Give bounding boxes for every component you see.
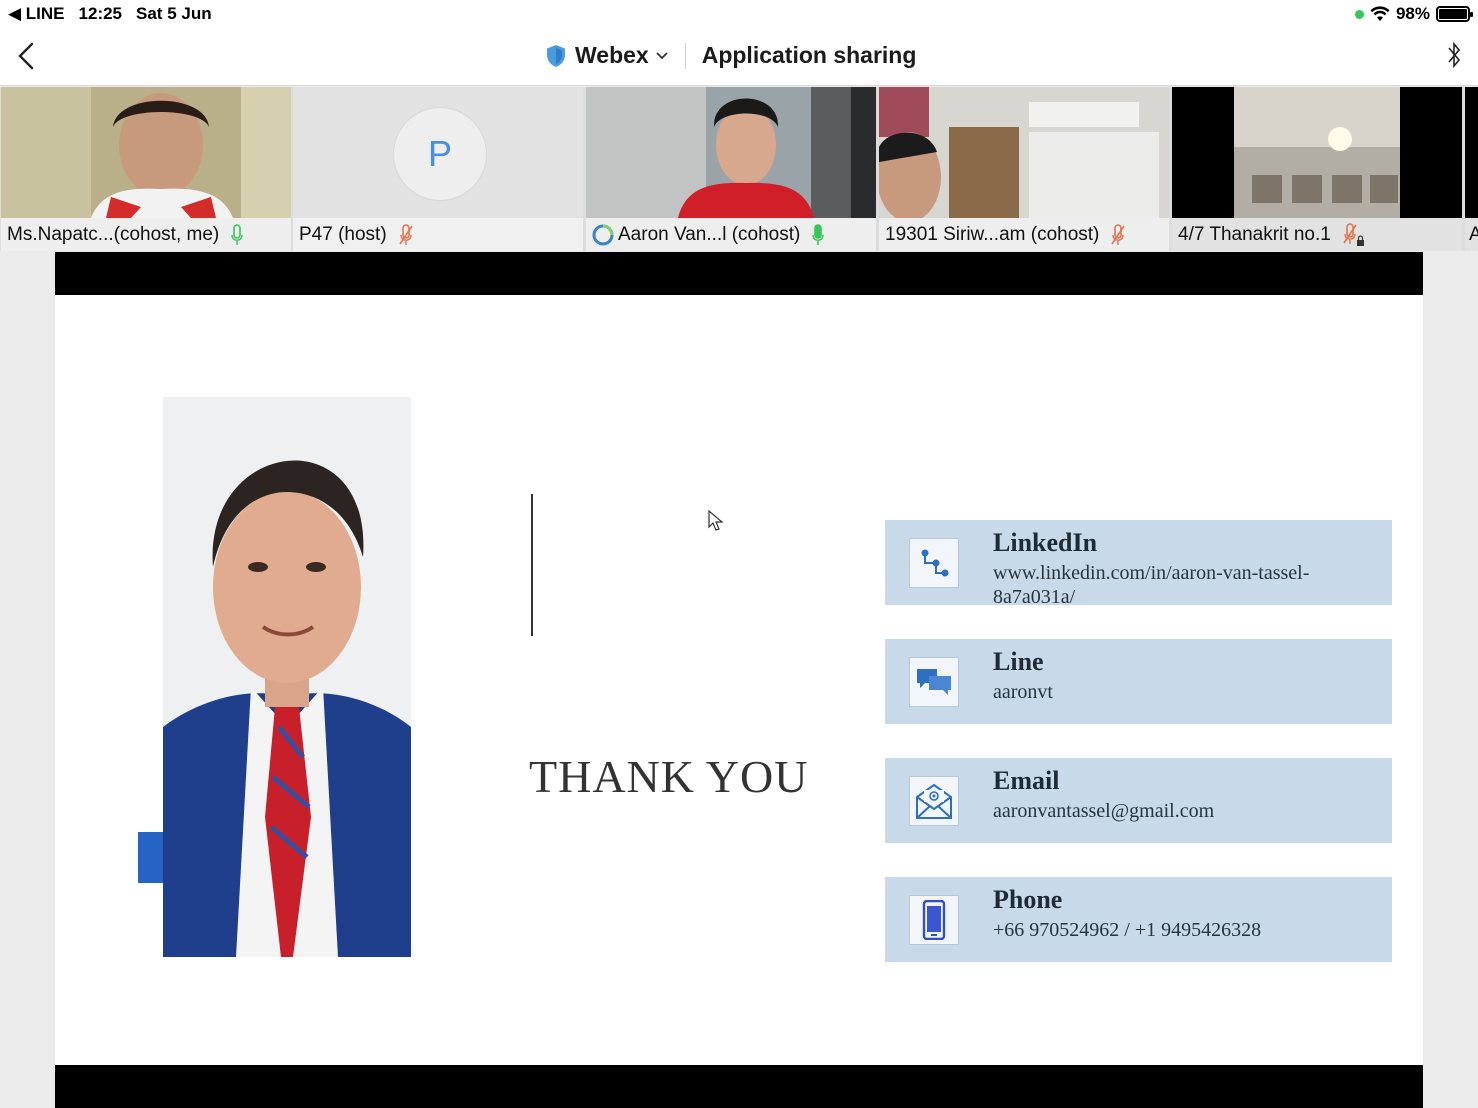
letterbox-top (55, 252, 1423, 295)
participant-tile[interactable]: Aaron Van...l (cohost) (586, 87, 876, 251)
participant-label: 19301 Siriw...am (cohost) (879, 218, 1169, 251)
mic-muted-locked-icon[interactable] (1343, 222, 1365, 247)
email-icon (909, 776, 959, 826)
participant-video (879, 87, 1169, 218)
mic-on-icon[interactable] (812, 223, 825, 246)
participant-tile[interactable]: P P47 (host) (293, 87, 583, 251)
contact-title: Phone (993, 885, 1063, 914)
status-time: 12:25 (78, 4, 123, 23)
participant-video (586, 87, 876, 218)
loading-spinner-icon (592, 224, 614, 245)
participant-name: 19301 Siriw...am (cohost) (885, 223, 1100, 245)
profile-photo (163, 397, 411, 957)
bluetooth-icon[interactable] (1446, 40, 1462, 70)
participant-name: Ms.Napatc...(cohost, me) (7, 223, 220, 245)
status-date: Sat 5 Jun (136, 4, 212, 23)
participant-video (1, 87, 291, 218)
slide-heading: THANK YOU (529, 751, 809, 802)
participant-tile[interactable]: 19301 Siriw...am (cohost) (879, 87, 1169, 251)
linkedin-icon (909, 538, 959, 588)
mic-muted-icon[interactable] (398, 223, 413, 246)
letterbox-bottom (55, 1065, 1423, 1108)
chat-icon (909, 657, 959, 707)
wifi-icon (1370, 6, 1390, 21)
contact-card-line: Line aaronvt (885, 639, 1392, 724)
contact-title: Line (993, 647, 1044, 676)
status-bar: ◀ LINE 12:25 Sat 5 Jun 98% (0, 0, 1478, 28)
shield-icon (547, 44, 565, 67)
participant-video (1172, 87, 1462, 218)
avatar: P (393, 107, 487, 201)
back-to-app-link[interactable]: ◀ LINE (8, 4, 65, 24)
participant-label: Aaron Van...l (cohost) (586, 218, 876, 251)
participant-name: A (1469, 223, 1478, 245)
participant-name: 4/7 Thanakrit no.1 (1178, 223, 1331, 245)
participant-tile[interactable]: Ms.Napatc...(cohost, me) (1, 87, 291, 251)
contact-card-email: Email aaronvantassel@gmail.com (885, 758, 1392, 843)
meeting-nav-bar: Webex Application sharing (0, 28, 1478, 86)
participant-label: P47 (host) (293, 218, 583, 251)
contact-title: LinkedIn (993, 528, 1098, 557)
contact-value: www.linkedin.com/in/aaron-van-tassel-8a7… (993, 562, 1310, 608)
app-name-dropdown[interactable]: Webex (575, 42, 649, 69)
page-title: Application sharing (701, 42, 917, 68)
camera-in-use-indicator (1354, 9, 1364, 19)
battery-percent: 98% (1395, 4, 1430, 23)
contact-value: aaronvt (993, 681, 1053, 703)
phone-icon (909, 895, 959, 945)
contact-card-linkedin: LinkedIn www.linkedin.com/in/aaron-van-t… (885, 520, 1392, 608)
mic-on-icon[interactable] (231, 223, 243, 246)
contact-value: aaronvantassel@gmail.com (993, 800, 1215, 822)
mic-muted-icon[interactable] (1111, 223, 1126, 246)
pointer-cursor-icon (708, 510, 724, 531)
participant-tile[interactable]: A (1465, 87, 1478, 251)
chevron-down-icon[interactable] (655, 51, 669, 61)
divider (684, 42, 686, 69)
participant-label: A (1465, 218, 1478, 251)
contact-title: Email (993, 766, 1060, 795)
participant-name: Aaron Van...l (cohost) (618, 223, 801, 245)
participant-strip[interactable]: Ms.Napatc...(cohost, me) P P47 (host) Aa… (0, 87, 1478, 251)
shared-application-view[interactable]: THANK YOU LinkedIn www.linkedin.com/in/a… (55, 252, 1423, 1108)
participant-name: P47 (host) (299, 223, 387, 245)
contact-card-phone: Phone +66 970524962 / +1 9495426328 (885, 877, 1392, 962)
contact-value: +66 970524962 / +1 9495426328 (993, 919, 1262, 941)
participant-tile[interactable]: 4/7 Thanakrit no.1 (1172, 87, 1462, 251)
participant-label: 4/7 Thanakrit no.1 (1172, 218, 1462, 251)
participant-label: Ms.Napatc...(cohost, me) (1, 218, 291, 251)
back-chevron-icon[interactable] (14, 40, 38, 72)
slide-divider-line (531, 494, 533, 636)
battery-icon (1436, 6, 1473, 22)
